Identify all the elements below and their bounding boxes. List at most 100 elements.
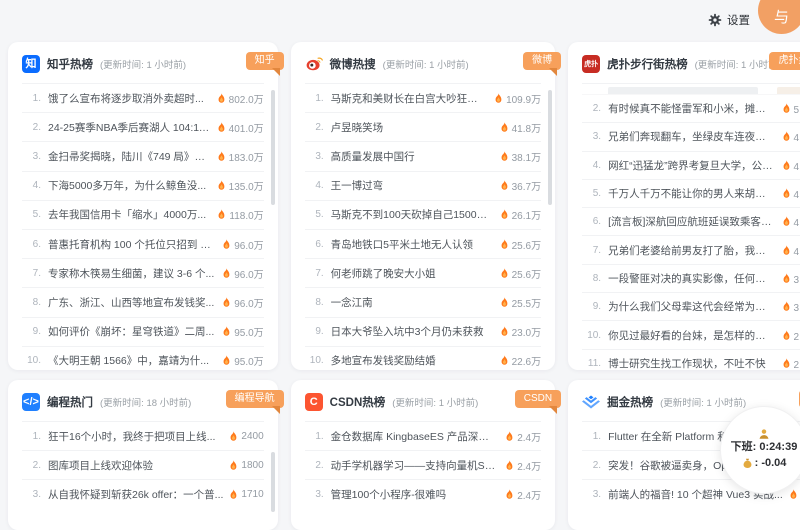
list-item[interactable]: 1. 饿了么宣布将逐步取消外卖超时... 802.0万 (22, 84, 264, 114)
list-item[interactable]: 9. 如何评价《崩坏：星穹铁道》二周... 95.0万 (22, 318, 264, 347)
item-heat: 135.0万 (217, 178, 264, 193)
list-item[interactable]: 6. 青岛地铁口5平米土地无人认领 25.6万 (304, 230, 542, 260)
flame-icon (782, 159, 791, 171)
list-item[interactable]: 9. 日本大爷坠入坑中3个月仍未获救 23.0万 (304, 318, 542, 347)
off-work-timer-widget[interactable]: 下班: 0:24:39 : -0.04 (720, 406, 800, 494)
item-title: 马斯克和美财长在白宫大吵狂飙脏... (330, 92, 489, 105)
list-item[interactable]: 5. 马斯克不到100天砍掉自己1500亿... 26.1万 (304, 201, 542, 230)
item-heat: 183.0万 (217, 149, 264, 164)
site-logo-avatar[interactable]: 与 (758, 0, 800, 34)
list-item[interactable]: 10. 你见过最好看的台妹，是怎样的？可... 2.6万 (582, 321, 800, 350)
list-item[interactable]: 3. 从自我怀疑到斩获26k offer：一个普... 1710 (22, 480, 264, 508)
list-item[interactable]: 1. 金仓数据库 KingbaseES 产品深度优... 2.4万 (304, 422, 542, 452)
list-item[interactable]: 7. 兄弟们老婆给前男友打了胎，我刚知... 4.1万 (582, 236, 800, 265)
list-item[interactable]: 3. 金扫帚奖揭晓，陆川《749 局》横... 183.0万 (22, 142, 264, 172)
list-item[interactable]: 2. 卢昱晓笑场 41.8万 (304, 113, 542, 143)
list-item[interactable]: 4. 下海5000多万年，为什么鲸鱼没... 135.0万 (22, 172, 264, 201)
source-badge[interactable]: 知乎 (245, 52, 284, 70)
item-heat-value: 41.8万 (511, 123, 542, 135)
list-item[interactable]: 2. 有时候真不能怪雷军和小米，摊上这... 5.0万 (582, 95, 800, 124)
list-item[interactable]: 8. 广东、浙江、山西等地宣布发钱奖... 96.0万 (22, 288, 264, 318)
hot-list: 1. 金仓数据库 KingbaseES 产品深度优... 2.4万 2. 动手学… (304, 422, 542, 509)
card-header: C CSDN热榜 (更新时间: 1 小时前) CSDN (304, 380, 562, 422)
list-item[interactable]: 7. 何老师跳了晚安大小姐 25.6万 (304, 259, 542, 289)
card-header: </> 编程热门 (更新时间: 18 小时前) 编程导航 (22, 380, 284, 422)
item-title: 金扫帚奖揭晓，陆川《749 局》横... (48, 150, 211, 163)
flame-icon (217, 209, 226, 220)
list-item[interactable]: 4. 王一博过弯 36.7万 (304, 172, 542, 201)
item-title: 博士研究生找工作现状，不吐不快 (608, 357, 766, 370)
item-heat-value: 802.0万 (228, 94, 264, 106)
list-item[interactable]: 4. 网红“迅猛龙”跨界考复旦大学，公平... 4.7万 (582, 152, 800, 180)
card-title: 知乎热榜 (47, 59, 93, 71)
source-badge[interactable]: CSDN (514, 390, 562, 408)
item-title: 专家称木筷易生细菌，建议 3-6 个... (48, 267, 215, 280)
item-rank: 11. (587, 357, 602, 369)
item-title: 高质量发展中国行 (330, 150, 415, 163)
item-title: 多地宣布发钱奖励结婚 (330, 355, 436, 368)
scrollbar-thumb[interactable] (270, 452, 275, 512)
item-heat: 4.1万 (782, 243, 800, 258)
flame-icon (222, 297, 231, 308)
item-heat: 2400 (229, 431, 264, 442)
item-title: 兄弟们老婆给前男友打了胎，我刚知... (608, 244, 776, 257)
list-item[interactable]: 11. 博士研究生找工作现状，不吐不快 2.6万 (582, 350, 800, 377)
list-item[interactable]: 8. 一念江南 25.5万 (304, 288, 542, 318)
flame-icon (505, 430, 514, 442)
source-badge[interactable]: 虎扑步行街 (769, 52, 800, 70)
scrollbar-thumb[interactable] (270, 90, 275, 205)
item-title: 日本大爷坠入坑中3个月仍未获救 (330, 326, 484, 339)
item-rank: 3. (315, 150, 324, 162)
list-item[interactable]: 6. 普惠托育机构 100 个托位只招到 17... 96.0万 (22, 230, 264, 260)
item-rank: 7. (32, 267, 41, 279)
item-rank: 2. (592, 103, 602, 115)
flame-icon (222, 326, 231, 337)
item-heat-value: 96.0万 (234, 269, 264, 281)
item-heat-value: 4.5万 (793, 190, 800, 202)
item-rank: 8. (315, 296, 324, 308)
scrollbar-thumb[interactable] (548, 90, 553, 205)
flame-icon (217, 92, 226, 104)
item-heat: 36.7万 (500, 178, 541, 193)
csdn-logo-icon: C (304, 393, 323, 411)
source-badge[interactable]: 编程导航 (225, 390, 284, 408)
item-rank: 2. (315, 459, 324, 471)
item-title: 饿了么宣布将逐步取消外卖超时... (48, 92, 204, 105)
item-heat: 4.5万 (782, 186, 800, 201)
item-title: 一段警匪对决的真实影像，任何电影... (608, 272, 776, 285)
list-item[interactable]: 2. 动手学机器学习——支持向量机SVM... 2.4万 (304, 451, 542, 481)
item-rank: 3. (32, 150, 41, 162)
list-item[interactable]: 6. [流言板]深航回应航班延误致乘客被... 4.4万 (582, 208, 800, 237)
item-title: 如何评价《崩坏：星穹铁道》二周... (48, 326, 215, 339)
hot-list-card: 知 知乎热榜 (更新时间: 1 小时前) 知乎 1. 饿了么宣布将逐步取消外卖超… (8, 42, 284, 370)
list-item[interactable]: 5. 去年我国信用卡「缩水」4000万... 118.0万 (22, 201, 264, 230)
flame-icon (782, 103, 791, 114)
list-item[interactable]: 1. 马斯克和美财长在白宫大吵狂飙脏... 109.9万 (304, 84, 542, 114)
item-rank: 1. (315, 430, 324, 442)
hot-list: 1. 狂干16个小时，我终于把项目上线... 2400 2. 图库项目上线欢迎体… (22, 422, 264, 509)
settings-button[interactable]: 设置 (708, 12, 750, 28)
card-title: 微博热搜 (329, 59, 376, 71)
item-heat: 95.0万 (222, 353, 264, 368)
list-item[interactable]: 10. 《大明王朝 1566》中，嘉靖为什... 95.0万 (22, 347, 264, 375)
list-item[interactable]: 3. 兄弟们奔现翻车，坐绿皮车连夜跑路... 4.8万 (582, 123, 800, 152)
list-item[interactable]: 2. 图库项目上线欢迎体验 1800 (22, 451, 264, 481)
list-item[interactable]: 2. 24-25赛季NBA季后赛湖人 104:11... 401.0万 (22, 113, 264, 143)
item-heat-value: 36.7万 (511, 182, 542, 194)
item-title: 广东、浙江、山西等地宣布发钱奖... (48, 296, 215, 309)
list-item[interactable]: 10. 多地宣布发钱奖励结婚 22.6万 (305, 347, 541, 375)
list-item[interactable]: 1. 狂干16个小时，我终于把项目上线... 2400 (22, 422, 264, 452)
flame-icon (500, 297, 509, 308)
list-item[interactable]: 9. 为什么我们父母辈这代会经常为了一... 3.0万 (582, 293, 800, 322)
list-item[interactable]: 8. 一段警匪对决的真实影像，任何电影... 3.6万 (582, 265, 800, 294)
card-header: 虎扑 虎扑步行街热榜 (更新时间: 1 小时前) 虎扑步行街 (582, 42, 800, 84)
item-title: 一念江南 (330, 296, 373, 309)
hot-list-card: C CSDN热榜 (更新时间: 1 小时前) CSDN 1. 金仓数据库 Kin… (290, 380, 562, 530)
list-item[interactable]: 3. 高质量发展中国行 38.1万 (304, 142, 542, 172)
item-heat-value: 25.6万 (511, 240, 542, 252)
list-item[interactable]: 3. 管理100个小程序-很难吗 2.4万 (305, 480, 541, 508)
source-badge[interactable]: 微博 (523, 52, 562, 70)
card-header: 微博热搜 (更新时间: 1 小时前) 微博 (304, 42, 562, 84)
list-item[interactable]: 7. 专家称木筷易生细菌，建议 3-6 个... 96.0万 (22, 259, 264, 289)
list-item[interactable]: 5. 千万人千万不能让你的男人来胡志明... 4.5万 (582, 180, 800, 209)
